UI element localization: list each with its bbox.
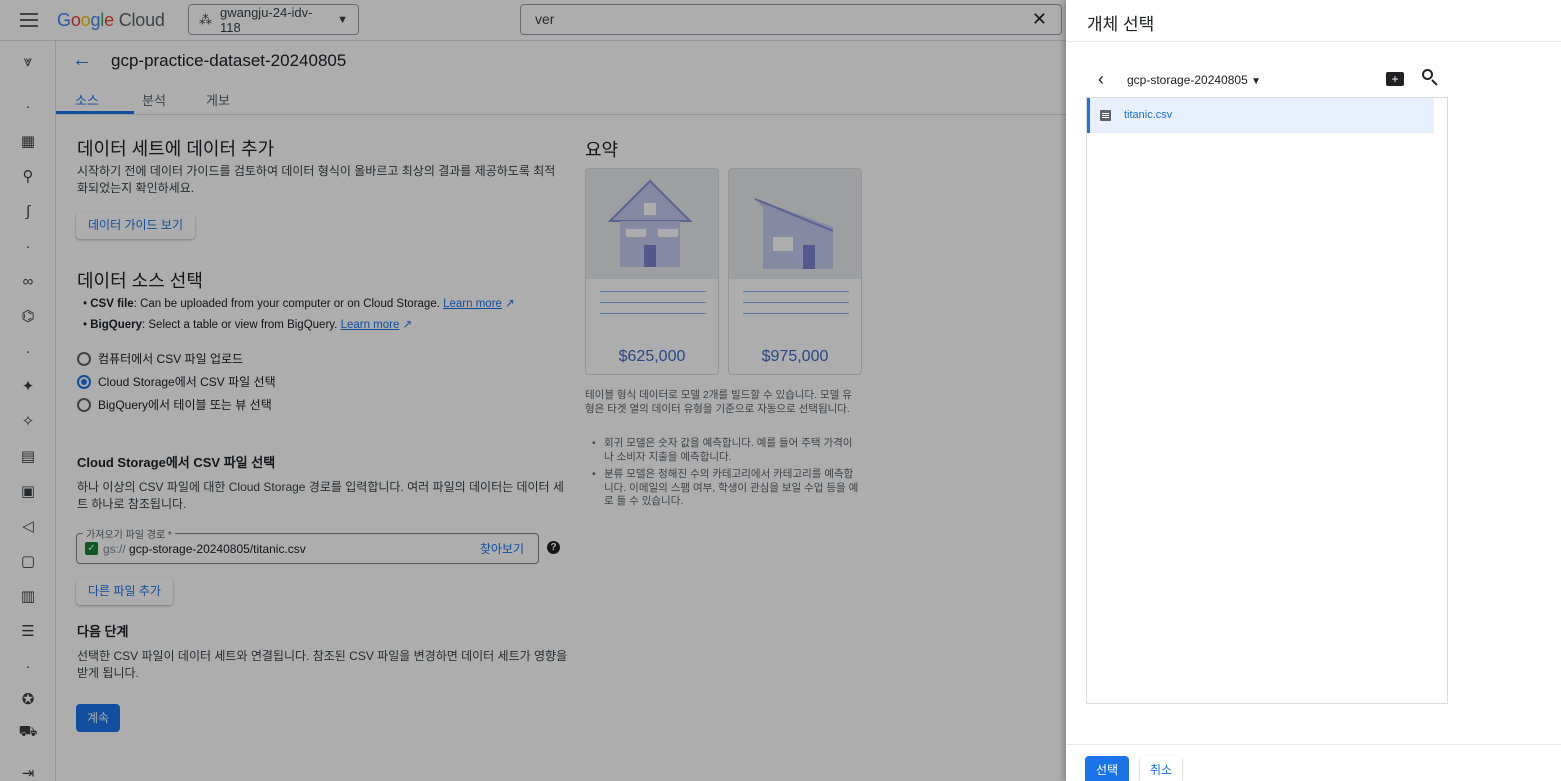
divider [1066,41,1561,42]
cancel-button[interactable]: 취소 [1140,756,1182,781]
search-icon[interactable] [1421,68,1439,86]
bucket-name: gcp-storage-20240805 [1127,73,1248,87]
object-list: titanic.csv [1086,97,1448,704]
list-item[interactable]: titanic.csv [1087,98,1434,133]
file-name: titanic.csv [1124,109,1173,121]
caret-down-icon: ▼ [1251,76,1262,87]
divider [1066,744,1561,745]
chevron-left-icon[interactable]: ‹ [1098,69,1104,90]
panel-title: 개체 선택 [1087,15,1155,34]
create-folder-icon[interactable]: + [1386,72,1404,86]
bucket-selector[interactable]: gcp-storage-20240805 ▼ [1127,73,1261,87]
object-picker-panel: 개체 선택 ‹ gcp-storage-20240805 ▼ + titanic… [1066,0,1561,781]
modal-scrim[interactable] [0,0,1066,781]
main-page: Google Cloud ⁂ gwangju-24-idv-118 ▼ ver … [0,0,1066,781]
select-button[interactable]: 선택 [1085,756,1129,781]
file-icon [1100,110,1111,121]
